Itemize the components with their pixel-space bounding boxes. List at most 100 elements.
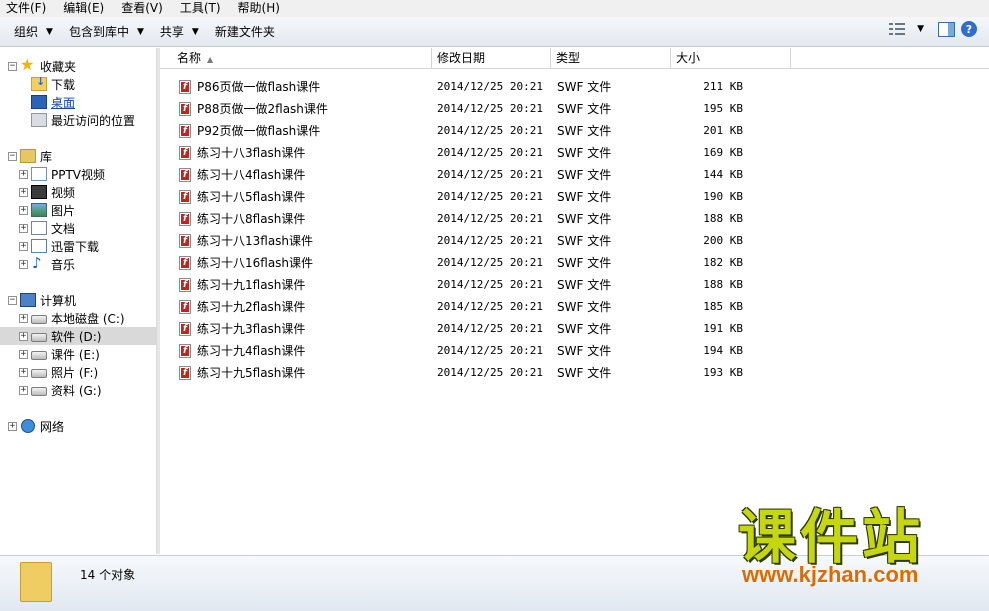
- chevron-down-icon: ▼: [46, 26, 53, 37]
- expand-icon[interactable]: +: [19, 332, 28, 341]
- expand-icon[interactable]: +: [19, 350, 28, 359]
- organize-label: 组织: [14, 25, 39, 39]
- collapse-icon[interactable]: −: [8, 296, 17, 305]
- nav-pptv[interactable]: + PPTV视频: [0, 165, 157, 183]
- file-row[interactable]: P92页做一做flash课件 2014/12/25 20:21 SWF 文件 2…: [176, 121, 876, 141]
- nav-drive-e[interactable]: + 课件 (E:): [0, 345, 157, 363]
- expand-icon[interactable]: +: [19, 386, 28, 395]
- swf-file-icon: [179, 124, 191, 138]
- nav-computer[interactable]: − 计算机: [0, 291, 157, 309]
- file-row[interactable]: 练习十八4flash课件 2014/12/25 20:21 SWF 文件 144…: [176, 165, 876, 185]
- file-type: SWF 文件: [557, 322, 612, 336]
- nav-label: 文档: [51, 222, 76, 236]
- xunlei-library-icon: [31, 239, 47, 253]
- menu-view[interactable]: 查看(V): [121, 0, 163, 17]
- nav-xunlei-downloads[interactable]: + 迅雷下载: [0, 237, 157, 255]
- file-type: SWF 文件: [557, 234, 612, 248]
- new-folder-button[interactable]: 新建文件夹: [207, 20, 283, 44]
- file-row[interactable]: 练习十九3flash课件 2014/12/25 20:21 SWF 文件 191…: [176, 319, 876, 339]
- file-row[interactable]: 练习十九5flash课件 2014/12/25 20:21 SWF 文件 193…: [176, 363, 876, 383]
- nav-documents[interactable]: + 文档: [0, 219, 157, 237]
- nav-libraries[interactable]: − 库: [0, 147, 157, 165]
- file-size: 185 KB: [703, 300, 743, 313]
- nav-videos[interactable]: + 视频: [0, 183, 157, 201]
- collapse-icon[interactable]: −: [8, 152, 17, 161]
- expand-icon[interactable]: +: [19, 188, 28, 197]
- file-row[interactable]: 练习十九4flash课件 2014/12/25 20:21 SWF 文件 194…: [176, 341, 876, 361]
- view-dropdown-icon[interactable]: ▼: [917, 24, 924, 34]
- file-type: SWF 文件: [557, 168, 612, 182]
- collapse-icon[interactable]: −: [8, 62, 17, 71]
- menu-tools[interactable]: 工具(T): [180, 0, 221, 17]
- file-row[interactable]: P88页做一做2flash课件 2014/12/25 20:21 SWF 文件 …: [176, 99, 876, 119]
- file-row[interactable]: 练习十八8flash课件 2014/12/25 20:21 SWF 文件 188…: [176, 209, 876, 229]
- view-options-icon[interactable]: [889, 22, 907, 36]
- nav-pictures[interactable]: + 图片: [0, 201, 157, 219]
- file-type: SWF 文件: [557, 80, 612, 94]
- include-in-library-button[interactable]: 包含到库中 ▼: [61, 20, 152, 44]
- file-row[interactable]: 练习十八13flash课件 2014/12/25 20:21 SWF 文件 20…: [176, 231, 876, 251]
- nav-favorites[interactable]: − ★ 收藏夹: [0, 57, 157, 75]
- menu-help[interactable]: 帮助(H): [238, 0, 280, 17]
- drive-icon: [31, 351, 47, 360]
- nav-drive-g[interactable]: + 资料 (G:): [0, 381, 157, 399]
- nav-recent-places[interactable]: 最近访问的位置: [0, 111, 157, 129]
- column-size-label: 大小: [676, 51, 701, 65]
- nav-label: 图片: [51, 204, 76, 218]
- nav-network[interactable]: + 网络: [0, 417, 157, 435]
- nav-label: 网络: [40, 420, 65, 434]
- downloads-folder-icon: [31, 75, 47, 91]
- share-button[interactable]: 共享 ▼: [152, 20, 207, 44]
- column-header-name[interactable]: 名称 ▲: [172, 48, 432, 69]
- expand-icon[interactable]: +: [19, 224, 28, 233]
- menu-file[interactable]: 文件(F): [6, 0, 46, 17]
- column-name-label: 名称: [177, 51, 202, 65]
- nav-label: 视频: [51, 186, 76, 200]
- organize-button[interactable]: 组织 ▼: [6, 20, 61, 44]
- expand-icon[interactable]: +: [19, 314, 28, 323]
- file-date: 2014/12/25 20:21: [437, 366, 543, 379]
- column-header-row: 名称 ▲ 修改日期 类型 大小: [160, 48, 989, 69]
- expand-icon[interactable]: +: [19, 170, 28, 179]
- file-date: 2014/12/25 20:21: [437, 80, 543, 93]
- file-row[interactable]: P86页做一做flash课件 2014/12/25 20:21 SWF 文件 2…: [176, 77, 876, 97]
- chevron-down-icon: ▼: [191, 26, 199, 37]
- file-type: SWF 文件: [557, 256, 612, 270]
- column-header-modified[interactable]: 修改日期: [432, 48, 551, 69]
- nav-music[interactable]: + ♪ 音乐: [0, 255, 157, 273]
- nav-drive-d[interactable]: + 软件 (D:): [0, 327, 157, 345]
- document-library-icon: [31, 221, 47, 235]
- file-type: SWF 文件: [557, 344, 612, 358]
- file-row[interactable]: 练习十八3flash课件 2014/12/25 20:21 SWF 文件 169…: [176, 143, 876, 163]
- preview-pane-icon[interactable]: [938, 21, 955, 37]
- nav-desktop[interactable]: 桌面: [0, 93, 157, 111]
- nav-drive-c[interactable]: + 本地磁盘 (C:): [0, 309, 157, 327]
- nav-label: 迅雷下载: [51, 240, 100, 254]
- column-header-type[interactable]: 类型: [551, 48, 671, 69]
- file-size: 190 KB: [703, 190, 743, 203]
- expand-icon[interactable]: +: [19, 368, 28, 377]
- nav-downloads[interactable]: 下载: [0, 75, 157, 93]
- nav-drive-f[interactable]: + 照片 (F:): [0, 363, 157, 381]
- file-row[interactable]: 练习十九2flash课件 2014/12/25 20:21 SWF 文件 185…: [176, 297, 876, 317]
- file-row[interactable]: 练习十八16flash课件 2014/12/25 20:21 SWF 文件 18…: [176, 253, 876, 273]
- expand-icon[interactable]: +: [19, 206, 28, 215]
- help-icon[interactable]: ?: [961, 21, 977, 37]
- file-row[interactable]: 练习十八5flash课件 2014/12/25 20:21 SWF 文件 190…: [176, 187, 876, 207]
- menu-edit[interactable]: 编辑(E): [63, 0, 104, 17]
- column-header-size[interactable]: 大小: [671, 48, 791, 69]
- swf-file-icon: [179, 146, 191, 160]
- file-name: 练习十九5flash课件: [197, 366, 306, 380]
- item-count: 14 个对象: [80, 568, 136, 582]
- drive-icon: [31, 369, 47, 378]
- expand-icon[interactable]: +: [8, 422, 17, 431]
- file-name: 练习十八5flash课件: [197, 190, 306, 204]
- expand-icon[interactable]: +: [19, 260, 28, 269]
- drive-icon: [31, 333, 47, 342]
- nav-label: 收藏夹: [40, 60, 77, 74]
- nav-label: 课件 (E:): [51, 348, 100, 362]
- pptv-library-icon: [31, 167, 47, 181]
- expand-icon[interactable]: +: [19, 242, 28, 251]
- file-row[interactable]: 练习十九1flash课件 2014/12/25 20:21 SWF 文件 188…: [176, 275, 876, 295]
- swf-file-icon: [179, 168, 191, 182]
